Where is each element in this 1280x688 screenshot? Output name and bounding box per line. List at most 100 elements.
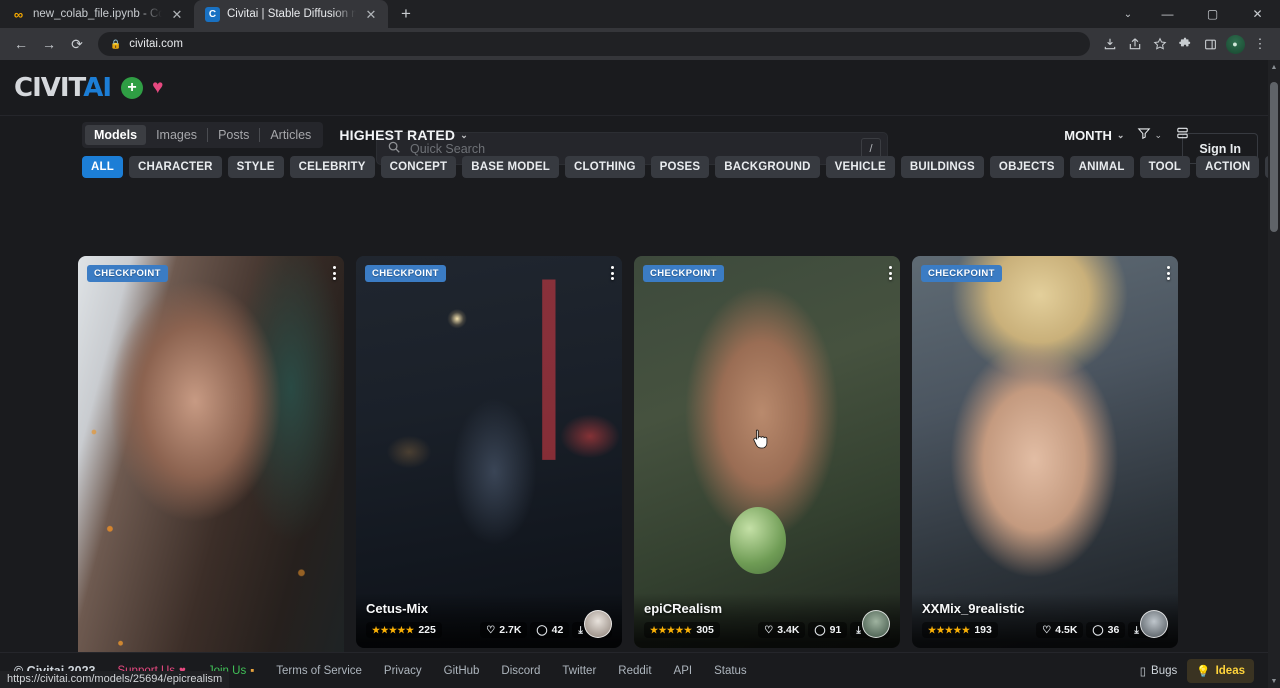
category-chip-clothing[interactable]: CLOTHING xyxy=(565,156,645,178)
tab-images[interactable]: Images xyxy=(147,125,206,145)
forward-arrow-icon[interactable]: → xyxy=(36,31,62,57)
model-card-cetus-mix[interactable]: CHECKPOINT Cetus-Mix ★★★★★ 225 xyxy=(356,256,622,648)
layout-toggle-icon xyxy=(1175,126,1190,145)
card-menu-icon[interactable] xyxy=(889,266,892,280)
comment-bubble-icon: ◯ xyxy=(814,625,825,636)
page-scrollbar[interactable]: ▲ ▼ xyxy=(1268,60,1280,688)
footer-link-api[interactable]: API xyxy=(674,665,693,677)
close-icon[interactable]: ✕ xyxy=(363,6,379,22)
model-card-dreamshaper[interactable]: CHECKPOINT DreamShaper xyxy=(78,256,344,688)
back-arrow-icon[interactable]: ← xyxy=(8,31,34,57)
card-stats: ★★★★★ 225 ♡ 2.7K ◯ 42 xyxy=(366,622,612,638)
civitai-logo[interactable]: CIVITAI xyxy=(14,73,111,103)
footer-link-github[interactable]: GitHub xyxy=(444,665,480,677)
category-chip-vehicle[interactable]: VEHICLE xyxy=(826,156,895,178)
footer-link-terms[interactable]: Terms of Service xyxy=(276,665,362,677)
heart-icon[interactable]: ♥ xyxy=(152,77,163,99)
card-image: CHECKPOINT xyxy=(356,256,622,648)
grid-column: CHECKPOINT XXMix_9realistic ★★★★★ 193 xyxy=(912,256,1178,688)
card-footer: Cetus-Mix ★★★★★ 225 ♡ 2.7K xyxy=(356,593,622,648)
chrome-menu-icon[interactable]: ⋮ xyxy=(1248,32,1272,56)
model-title[interactable]: Cetus-Mix xyxy=(366,601,612,616)
colab-icon: ∞ xyxy=(11,7,26,22)
model-card-epicrealism[interactable]: CHECKPOINT epiCRealism ★★★★★ 305 xyxy=(634,256,900,648)
rating-count: 193 xyxy=(974,624,992,636)
creator-avatar[interactable] xyxy=(862,610,890,638)
footer-link-status[interactable]: Status xyxy=(714,665,747,677)
sort-dropdown[interactable]: HIGHEST RATED ⌄ xyxy=(339,127,468,143)
create-plus-icon[interactable]: + xyxy=(121,77,143,99)
badge-icon: ▪ xyxy=(250,665,254,677)
close-icon[interactable]: ✕ xyxy=(169,6,185,22)
lock-icon: 🔒 xyxy=(110,39,121,50)
card-footer: XXMix_9realistic ★★★★★ 193 ♡ 4.5K xyxy=(912,593,1178,648)
layout-toggle-button[interactable] xyxy=(1175,126,1190,145)
profile-avatar-icon[interactable]: ● xyxy=(1223,32,1247,56)
comment-bubble-icon: ◯ xyxy=(1092,625,1103,636)
filter-button[interactable]: ⌄ xyxy=(1137,126,1162,145)
heart-icon: ♡ xyxy=(764,625,773,636)
footer-link-discord[interactable]: Discord xyxy=(501,665,540,677)
browser-tab-colab[interactable]: ∞ new_colab_file.ipynb - Colaborat ✕ xyxy=(0,0,194,28)
address-bar-url: civitai.com xyxy=(129,38,183,50)
category-chip-character[interactable]: CHARACTER xyxy=(129,156,222,178)
reload-icon[interactable]: ⟳ xyxy=(64,31,90,57)
category-chip-all[interactable]: ALL xyxy=(82,156,123,178)
star-rating-icon: ★★★★★ xyxy=(650,625,692,636)
category-chip-style[interactable]: STYLE xyxy=(228,156,284,178)
card-menu-icon[interactable] xyxy=(1167,266,1170,280)
side-panel-icon[interactable] xyxy=(1198,32,1222,56)
card-menu-icon[interactable] xyxy=(611,266,614,280)
window-close-button[interactable]: ✕ xyxy=(1235,0,1280,28)
bookmark-star-icon[interactable] xyxy=(1148,32,1172,56)
scroll-up-arrow-icon[interactable]: ▲ xyxy=(1268,60,1280,74)
period-dropdown[interactable]: MONTH ⌄ xyxy=(1064,128,1124,143)
star-rating-icon: ★★★★★ xyxy=(372,625,414,636)
scroll-down-arrow-icon[interactable]: ▼ xyxy=(1268,674,1280,688)
category-chip-concept[interactable]: CONCEPT xyxy=(381,156,457,178)
category-chip-poses[interactable]: POSES xyxy=(651,156,710,178)
category-chip-background[interactable]: BACKGROUND xyxy=(715,156,819,178)
tab-models[interactable]: Models xyxy=(85,125,146,145)
new-tab-button[interactable]: + xyxy=(392,0,420,28)
model-title[interactable]: XXMix_9realistic xyxy=(922,601,1168,616)
likes-pill: ♡ 3.4K xyxy=(758,622,805,638)
model-type-badge: CHECKPOINT xyxy=(921,265,1002,282)
category-chip-buildings[interactable]: BUILDINGS xyxy=(901,156,984,178)
minimize-button[interactable]: — xyxy=(1145,0,1190,28)
maximize-button[interactable]: ▢ xyxy=(1190,0,1235,28)
heart-icon: ♡ xyxy=(1042,625,1051,636)
rating-count: 225 xyxy=(418,624,436,636)
footer-link-privacy[interactable]: Privacy xyxy=(384,665,422,677)
footer-link-twitter[interactable]: Twitter xyxy=(562,665,596,677)
model-title[interactable]: epiCRealism xyxy=(644,601,890,616)
address-bar[interactable]: 🔒 civitai.com xyxy=(98,32,1090,56)
browser-tab-civitai[interactable]: C Civitai | Stable Diffusion models, ✕ xyxy=(194,0,388,28)
category-chip-tool[interactable]: TOOL xyxy=(1140,156,1191,178)
category-chip-base-model[interactable]: BASE MODEL xyxy=(462,156,559,178)
ideas-button[interactable]: 💡 Ideas xyxy=(1187,659,1254,683)
tab-search-chevron-icon[interactable]: ⌄ xyxy=(1111,0,1145,28)
creator-avatar[interactable] xyxy=(1140,610,1168,638)
card-menu-icon[interactable] xyxy=(333,266,336,280)
bugs-button[interactable]: ▯ Bugs xyxy=(1140,664,1178,678)
rating-pill: ★★★★★ 305 xyxy=(644,622,720,638)
model-card-xxmix-9realistic[interactable]: CHECKPOINT XXMix_9realistic ★★★★★ 193 xyxy=(912,256,1178,648)
card-image: CHECKPOINT xyxy=(78,256,344,688)
scrollbar-thumb[interactable] xyxy=(1270,82,1278,232)
category-chip-action[interactable]: ACTION xyxy=(1196,156,1259,178)
share-icon[interactable] xyxy=(1123,32,1147,56)
category-chip-celebrity[interactable]: CELEBRITY xyxy=(290,156,375,178)
install-icon[interactable] xyxy=(1098,32,1122,56)
filter-funnel-icon xyxy=(1137,126,1151,145)
category-chip-objects[interactable]: OBJECTS xyxy=(990,156,1064,178)
category-chip-animal[interactable]: ANIMAL xyxy=(1070,156,1134,178)
tab-articles[interactable]: Articles xyxy=(261,125,320,145)
tab-title: Civitai | Stable Diffusion models, xyxy=(227,8,356,20)
download-icon: ⤓ xyxy=(1134,625,1138,636)
tab-posts[interactable]: Posts xyxy=(209,125,258,145)
chevron-down-icon: ⌄ xyxy=(460,130,468,141)
footer-link-reddit[interactable]: Reddit xyxy=(618,665,651,677)
creator-avatar[interactable] xyxy=(584,610,612,638)
extensions-puzzle-icon[interactable] xyxy=(1173,32,1197,56)
